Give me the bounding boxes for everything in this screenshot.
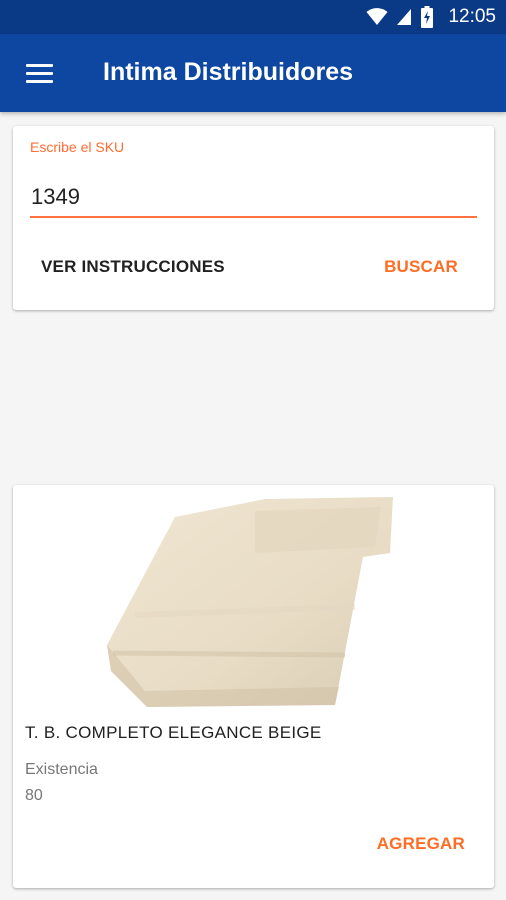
- menu-button[interactable]: [16, 56, 64, 92]
- sku-field-label: Escribe el SKU: [30, 139, 125, 155]
- status-bar: 12:05: [0, 0, 506, 34]
- sku-input[interactable]: [30, 168, 477, 218]
- stock-value: 80: [25, 787, 43, 804]
- product-card: T. B. COMPLETO ELEGANCE BEIGE Existencia…: [13, 485, 494, 888]
- menu-icon-bar: [26, 64, 53, 67]
- status-time: 12:05: [448, 6, 496, 27]
- view-instructions-button[interactable]: VER INSTRUCCIONES: [41, 257, 225, 277]
- search-card: Escribe el SKU VER INSTRUCCIONES BUSCAR: [13, 126, 494, 310]
- menu-icon-bar: [26, 72, 53, 75]
- wifi-icon: [366, 8, 388, 25]
- app-title: Intima Distribuidores: [103, 58, 354, 86]
- app-bar: Intima Distribuidores: [0, 34, 506, 112]
- menu-icon-bar: [26, 80, 53, 83]
- product-image: [107, 497, 393, 707]
- signal-icon: [397, 9, 412, 25]
- stock-label: Existencia: [25, 761, 98, 778]
- battery-icon: [421, 6, 434, 28]
- product-name: T. B. COMPLETO ELEGANCE BEIGE: [25, 723, 322, 742]
- status-icons: 12:05: [366, 6, 496, 28]
- search-button[interactable]: BUSCAR: [384, 257, 458, 277]
- add-button[interactable]: AGREGAR: [377, 834, 465, 854]
